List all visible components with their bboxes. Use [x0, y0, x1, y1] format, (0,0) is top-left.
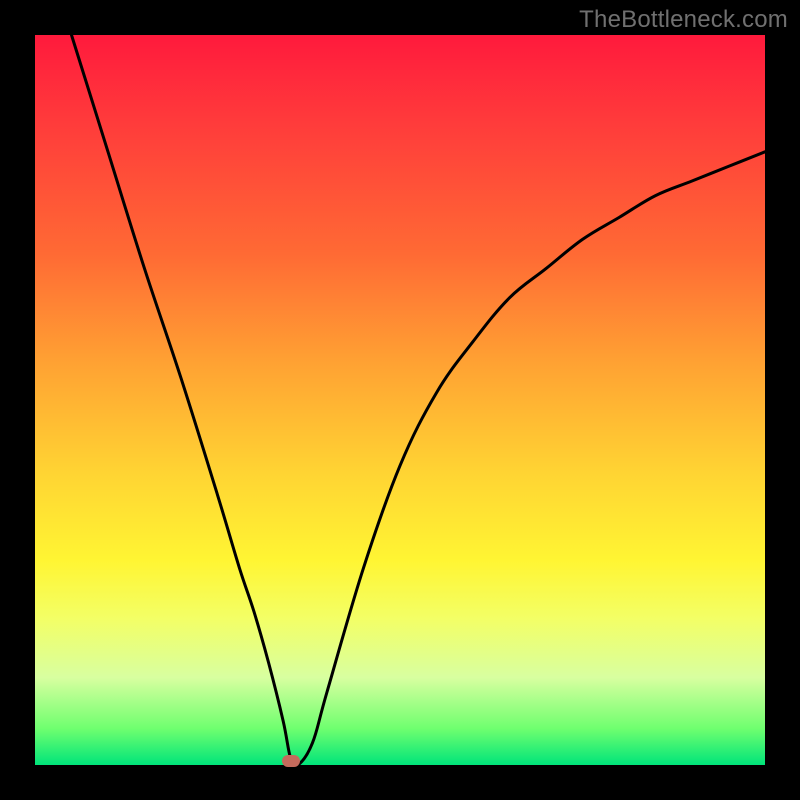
- optimum-marker: [282, 755, 300, 767]
- watermark-text: TheBottleneck.com: [579, 6, 788, 34]
- bottleneck-curve: [72, 35, 766, 766]
- chart-frame: TheBottleneck.com: [0, 0, 800, 800]
- curve-svg: [35, 35, 765, 765]
- plot-area: [35, 35, 765, 765]
